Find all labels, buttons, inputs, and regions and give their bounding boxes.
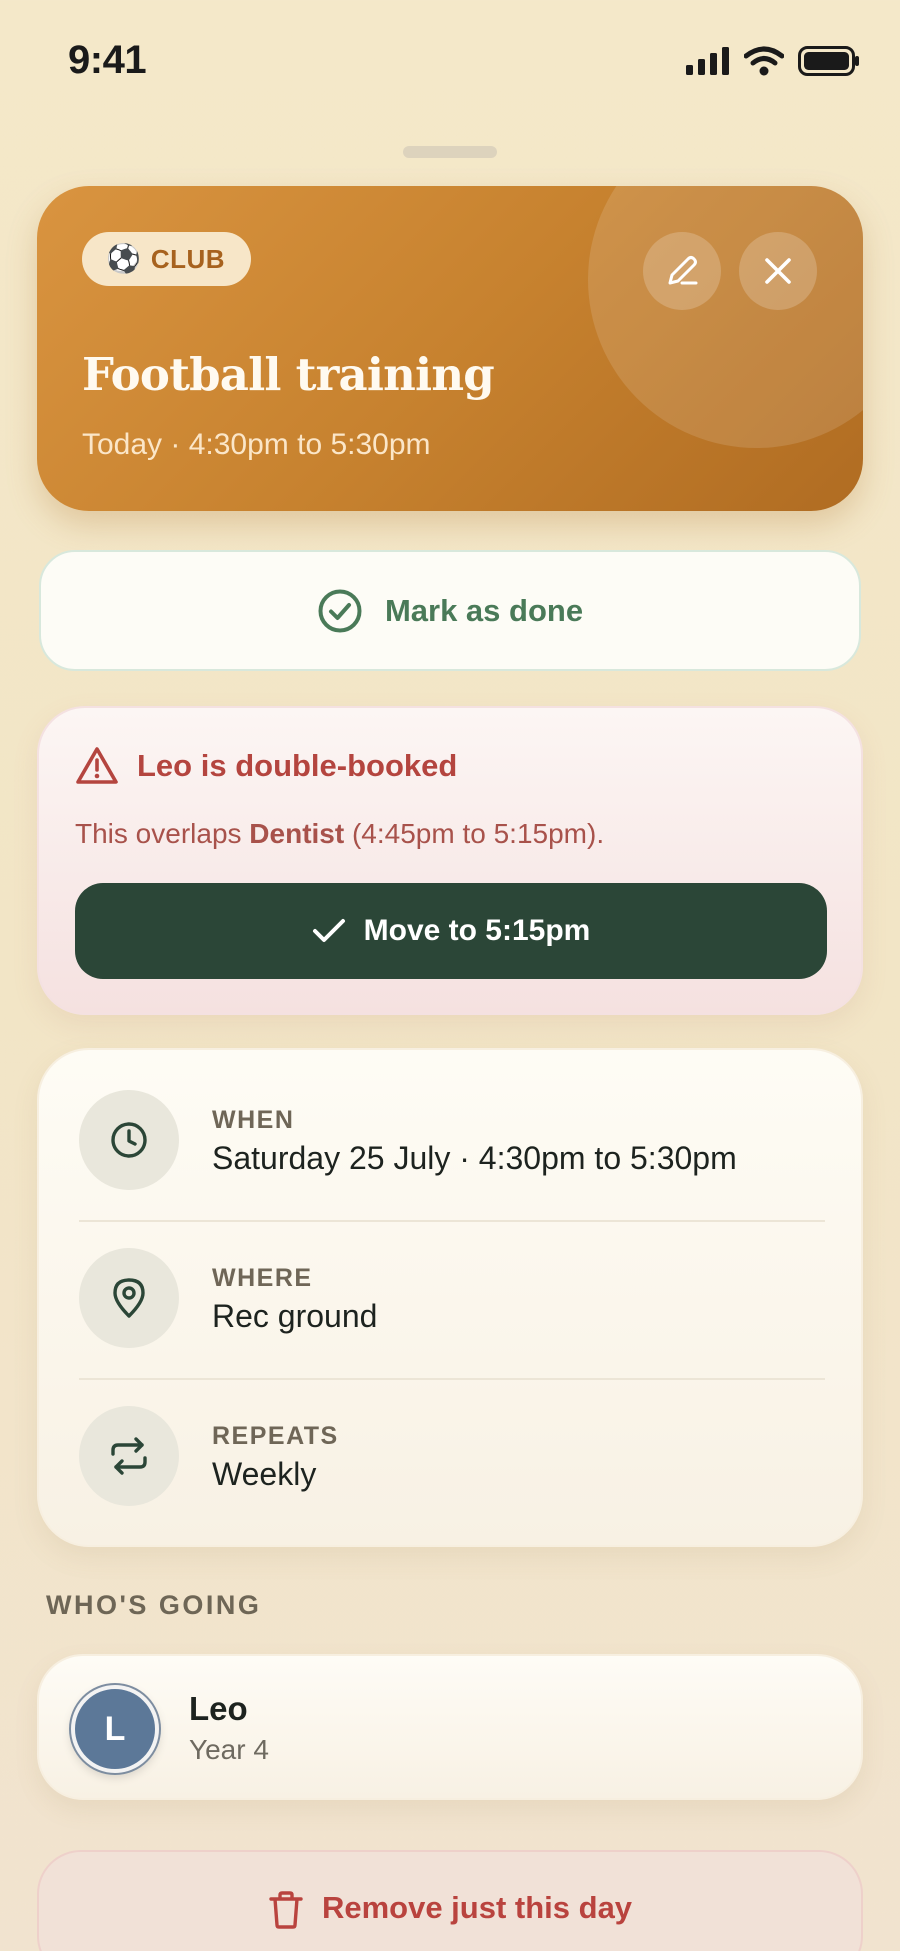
trash-icon xyxy=(269,1891,303,1929)
status-bar: 9:41 xyxy=(0,0,900,110)
conflict-title: Leo is double-booked xyxy=(137,748,458,783)
check-circle-icon xyxy=(318,589,362,632)
decorative-circle xyxy=(588,186,863,448)
status-icons xyxy=(686,46,860,76)
attendee-card[interactable]: L Leo Year 4 xyxy=(37,1654,863,1800)
edit-button[interactable] xyxy=(643,232,721,310)
close-icon xyxy=(765,258,791,284)
event-title: Football training xyxy=(82,348,495,401)
warning-triangle-icon xyxy=(76,747,118,784)
event-details-card: WHEN Saturday 25 July · 4:30pm to 5:30pm… xyxy=(37,1048,863,1547)
conflict-description: This overlaps Dentist (4:45pm to 5:15pm)… xyxy=(75,818,604,850)
detail-row-when: WHEN Saturday 25 July · 4:30pm to 5:30pm xyxy=(79,1050,825,1208)
check-icon xyxy=(312,919,345,942)
detail-label: WHEN xyxy=(212,1106,295,1134)
mark-as-done-button[interactable]: Mark as done xyxy=(39,550,861,671)
sheet-grabber[interactable] xyxy=(403,146,497,158)
detail-value: Saturday 25 July · 4:30pm to 5:30pm xyxy=(212,1140,737,1176)
repeat-icon-wrap xyxy=(79,1406,179,1506)
conflict-alert-card: Leo is double-booked This overlaps Denti… xyxy=(37,706,863,1015)
detail-value: Rec ground xyxy=(212,1298,378,1334)
event-header-card: ⚽ CLUB Football training Today · 4:30pm … xyxy=(37,186,863,511)
soccer-ball-icon: ⚽ xyxy=(106,243,141,274)
detail-label: WHERE xyxy=(212,1264,313,1292)
conflict-header: Leo is double-booked xyxy=(75,746,457,786)
signal-icon xyxy=(686,47,729,75)
attendee-year: Year 4 xyxy=(189,1734,269,1765)
status-time: 9:41 xyxy=(68,38,147,82)
conflict-text-suffix: (4:45pm to 5:15pm). xyxy=(344,818,605,849)
clock-icon xyxy=(111,1122,147,1158)
attendee-name: Leo xyxy=(189,1690,248,1727)
location-pin-icon-wrap xyxy=(79,1248,179,1348)
conflicting-event-name: Dentist xyxy=(249,818,345,849)
category-badge-label: CLUB xyxy=(150,243,226,274)
clock-icon-wrap xyxy=(79,1090,179,1190)
avatar: L xyxy=(71,1685,159,1773)
category-badge: ⚽ CLUB xyxy=(82,232,252,286)
detail-row-where: WHERE Rec ground xyxy=(79,1208,825,1366)
move-event-button[interactable]: Move to 5:15pm xyxy=(75,883,827,979)
remove-this-day-label: Remove just this day xyxy=(321,1890,633,1925)
mark-as-done-label: Mark as done xyxy=(384,592,584,628)
pencil-icon xyxy=(668,256,698,285)
wifi-icon xyxy=(744,46,784,76)
location-pin-icon xyxy=(113,1278,145,1318)
detail-value: Weekly xyxy=(212,1456,317,1492)
move-event-label: Move to 5:15pm xyxy=(363,914,591,947)
remove-this-day-button[interactable]: Remove just this day xyxy=(37,1850,863,1951)
close-button[interactable] xyxy=(739,232,817,310)
battery-icon xyxy=(798,46,859,76)
event-time-summary: Today · 4:30pm to 5:30pm xyxy=(82,428,431,461)
detail-row-repeats: REPEATS Weekly xyxy=(79,1366,825,1524)
detail-label: REPEATS xyxy=(212,1422,339,1450)
whos-going-heading: WHO'S GOING xyxy=(46,1590,262,1620)
conflict-text-prefix: This overlaps xyxy=(75,818,250,849)
repeat-icon xyxy=(111,1437,147,1475)
